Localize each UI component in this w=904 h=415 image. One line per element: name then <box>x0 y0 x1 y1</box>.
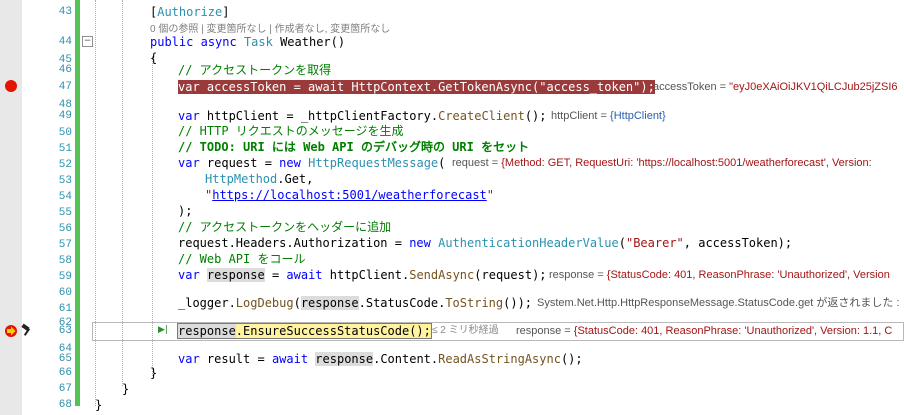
code-line-45[interactable]: { <box>150 49 157 67</box>
breakpoint-statement[interactable]: var accessToken = await HttpContext.GetT… <box>178 80 655 94</box>
line-number: 47 <box>58 81 72 93</box>
code-line-65[interactable]: var result = await response.Content.Read… <box>178 350 583 368</box>
code-line-44[interactable]: public async Task Weather() <box>150 33 345 51</box>
perf-tip[interactable]: ≤ 2 ミリ秒経過 <box>432 322 499 340</box>
indent-guide <box>95 0 96 406</box>
breakpoint-margin[interactable] <box>0 0 22 415</box>
code-line-47[interactable]: var accessToken = await HttpContext.GetT… <box>178 78 655 96</box>
line-number: 46 <box>58 64 72 76</box>
line-number: 43 <box>58 6 72 18</box>
line-number: 44 <box>58 36 72 48</box>
code-line-67[interactable]: } <box>122 380 129 398</box>
line-number: 68 <box>58 399 72 411</box>
current-statement-arrow-icon[interactable] <box>4 323 18 337</box>
code-line-46[interactable]: // アクセストークンを取得 <box>178 61 331 79</box>
code-line-66[interactable]: } <box>150 364 157 382</box>
code-line-61[interactable]: _logger.LogDebug(response.StatusCode.ToS… <box>178 294 532 312</box>
datatip-statuscode[interactable]: System.Net.Http.HttpResponseMessage.Stat… <box>537 294 900 312</box>
change-tracking-bar <box>75 0 80 406</box>
datatip-accesstoken[interactable]: accessToken = "eyJ0eXAiOiJKV1QiLCJub25jZ… <box>653 78 898 96</box>
url-link[interactable]: https://localhost:5001/weatherforecast <box>212 188 487 202</box>
code-line-68[interactable]: } <box>95 396 102 414</box>
datatip-response-current[interactable]: response = {StatusCode: 401, ReasonPhras… <box>516 322 892 340</box>
datatip-request[interactable]: request = {Method: GET, RequestUri: 'htt… <box>452 154 872 172</box>
code-line-63[interactable]: response.EnsureSuccessStatusCode(); <box>177 322 432 340</box>
collapse-toggle[interactable]: − <box>82 36 93 47</box>
current-statement: response.EnsureSuccessStatusCode(); <box>177 323 432 339</box>
datatip-response[interactable]: response = {StatusCode: 401, ReasonPhras… <box>549 266 890 284</box>
code-line-43[interactable]: [Authorize] <box>150 3 230 21</box>
code-line-59[interactable]: var response = await httpClient.SendAsyn… <box>178 266 547 284</box>
line-number: 49 <box>58 110 72 122</box>
line-number: 63 <box>58 325 72 337</box>
code-line-54[interactable]: "https://localhost:5001/weatherforecast" <box>205 186 494 204</box>
datatip-httpclient[interactable]: httpClient = {HttpClient} <box>551 107 666 125</box>
run-to-click-icon[interactable]: ▶| <box>158 321 168 339</box>
breakpoint-icon[interactable] <box>5 80 17 92</box>
